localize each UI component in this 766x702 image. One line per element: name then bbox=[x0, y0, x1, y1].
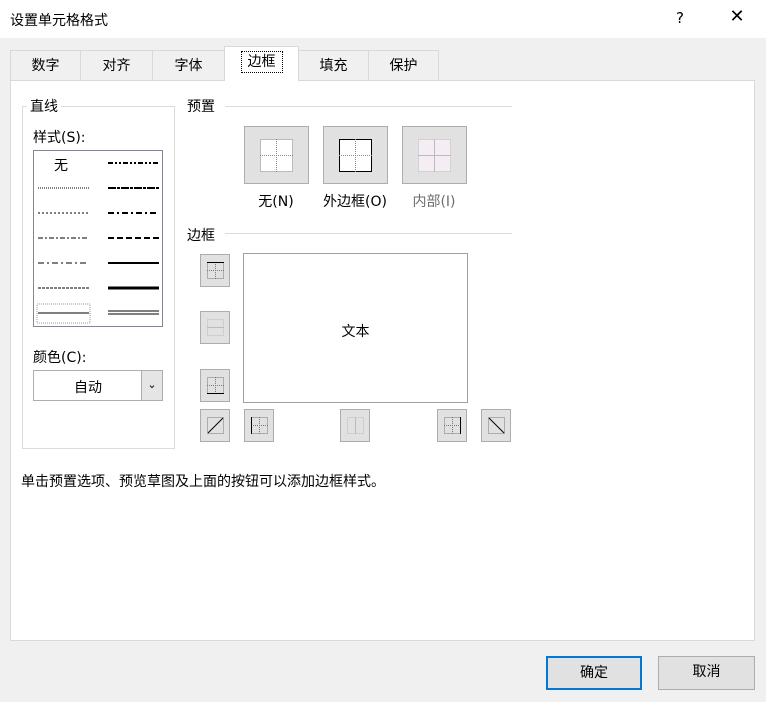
presets-label: 预置 bbox=[184, 96, 218, 116]
border-left-button[interactable] bbox=[244, 409, 274, 442]
tab-label: 数字 bbox=[31, 58, 60, 74]
divider bbox=[225, 106, 512, 107]
tab-label: 保护 bbox=[389, 58, 418, 74]
preset-inside-button[interactable] bbox=[402, 126, 467, 184]
border-bottom-button[interactable] bbox=[200, 369, 230, 402]
help-button[interactable]: ? bbox=[670, 9, 690, 27]
border-top-button[interactable] bbox=[200, 254, 230, 287]
line-style-list[interactable]: 无 bbox=[33, 150, 163, 327]
preset-outline-label: 外边框(O) bbox=[323, 194, 387, 210]
divider bbox=[225, 233, 512, 234]
border-inside-vertical-icon bbox=[347, 417, 364, 434]
style-label: 样式(S): bbox=[33, 130, 86, 146]
border-bottom-icon bbox=[207, 377, 224, 394]
close-icon[interactable]: ✕ bbox=[726, 6, 748, 27]
cancel-button[interactable]: 取消 bbox=[658, 656, 755, 690]
border-diagonal-up-button[interactable] bbox=[200, 409, 230, 442]
tab-number[interactable]: 数字 bbox=[10, 50, 81, 81]
grid-none-icon bbox=[260, 139, 293, 172]
border-inside-horizontal-icon bbox=[207, 319, 224, 336]
tab-label: 对齐 bbox=[102, 58, 131, 74]
preview-text: 文本 bbox=[341, 324, 370, 340]
border-top-icon bbox=[207, 262, 224, 279]
border-right-icon bbox=[444, 417, 461, 434]
preset-none-button[interactable] bbox=[244, 126, 309, 184]
preset-inside-label: 内部(I) bbox=[412, 194, 456, 210]
border-inside-horizontal-button[interactable] bbox=[200, 311, 230, 344]
border-preview[interactable]: 文本 bbox=[243, 253, 468, 403]
line-style-swatches[interactable] bbox=[34, 151, 162, 326]
grid-inside-icon bbox=[418, 139, 451, 172]
diagonal-down-icon bbox=[488, 417, 505, 434]
border-diagonal-down-button[interactable] bbox=[481, 409, 511, 442]
tab-border[interactable]: 边框 bbox=[224, 46, 299, 81]
tab-label: 填充 bbox=[319, 58, 348, 74]
ok-button[interactable]: 确定 bbox=[546, 656, 642, 690]
tab-alignment[interactable]: 对齐 bbox=[80, 50, 153, 81]
tab-label: 边框 bbox=[240, 51, 283, 73]
title-bar: 设置单元格格式 ? ✕ bbox=[0, 0, 766, 38]
preset-none-label: 无(N) bbox=[258, 194, 294, 210]
border-right-button[interactable] bbox=[437, 409, 467, 442]
line-group-label: 直线 bbox=[27, 96, 61, 116]
tab-font[interactable]: 字体 bbox=[152, 50, 225, 81]
tab-label: 字体 bbox=[174, 58, 203, 74]
dialog-title: 设置单元格格式 bbox=[10, 13, 108, 29]
color-label: 颜色(C): bbox=[33, 350, 87, 366]
diagonal-up-icon bbox=[207, 417, 224, 434]
preset-outline-button[interactable] bbox=[323, 126, 388, 184]
chevron-down-icon[interactable]: ⌄ bbox=[141, 371, 162, 400]
border-inside-vertical-button[interactable] bbox=[340, 409, 370, 442]
tab-protection[interactable]: 保护 bbox=[368, 50, 439, 81]
color-value: 自动 bbox=[74, 380, 102, 396]
border-label: 边框 bbox=[184, 225, 218, 245]
hint-text: 单击预置选项、预览草图及上面的按钮可以添加边框样式。 bbox=[21, 474, 385, 490]
tab-fill[interactable]: 填充 bbox=[298, 50, 369, 81]
color-select[interactable]: 自动 ⌄ bbox=[33, 370, 163, 401]
border-left-icon bbox=[251, 417, 268, 434]
grid-outline-icon bbox=[339, 139, 372, 172]
